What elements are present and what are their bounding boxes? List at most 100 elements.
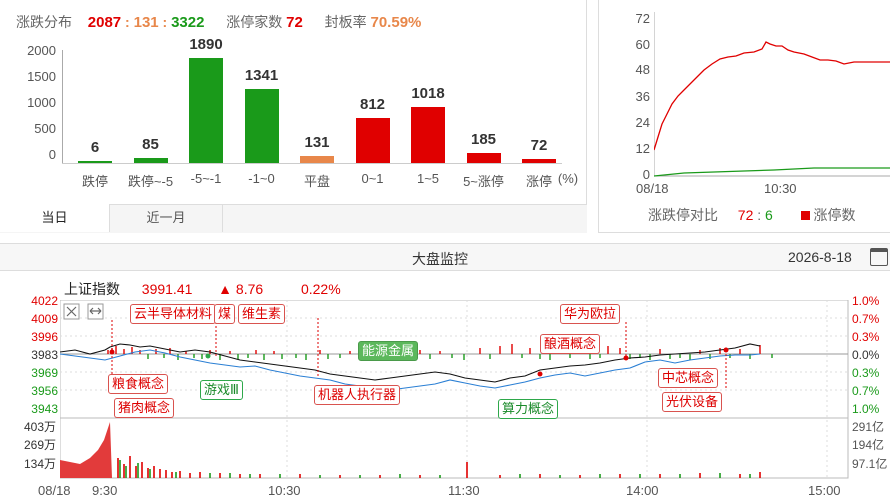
bar-0[interactable] [78, 161, 112, 163]
y-tick: 24 [635, 115, 650, 130]
limit-down-line [654, 167, 890, 177]
tag-markers [109, 314, 729, 390]
y-tick: 12 [635, 141, 650, 156]
pct-tick: 0.7% [852, 312, 880, 326]
index-change-pct: 0.22% [300, 281, 341, 297]
amt-tick: 97.1亿 [852, 457, 888, 471]
vol-tick: 134万 [23, 457, 56, 471]
price-tick: 3956 [31, 384, 58, 398]
category-label: 跌停 [81, 174, 108, 189]
tab-last-month[interactable]: 近一月 [110, 204, 223, 232]
y-tick: 1500 [27, 69, 56, 84]
bar-6[interactable] [411, 106, 445, 163]
limit-up-value: 72 [286, 14, 303, 31]
category-label: 平盘 [303, 174, 330, 189]
bar-7[interactable] [466, 152, 501, 163]
bar-2[interactable] [189, 58, 223, 163]
bar-value-label: 812 [359, 95, 386, 113]
monitor-date: 2026-8-18 [788, 249, 852, 265]
price-tick: 3996 [31, 330, 58, 344]
y-tick: 1000 [27, 95, 56, 110]
bar-4[interactable] [300, 155, 334, 163]
amt-tick: 291亿 [852, 420, 885, 434]
y-tick: 500 [34, 121, 56, 136]
bar-5[interactable] [355, 117, 390, 163]
category-label: 0~1 [361, 171, 384, 186]
category-label: -5~-1 [190, 171, 222, 186]
y-tick: 60 [635, 37, 650, 52]
price-tick: 4009 [31, 312, 58, 326]
bar-8[interactable] [522, 159, 556, 163]
seal-rate-value: 70.59% [370, 14, 422, 31]
calendar-icon[interactable] [870, 248, 888, 266]
tag-vitamin[interactable]: 维生素 [238, 304, 286, 324]
y-tick: 2000 [27, 43, 56, 58]
tag-coal[interactable]: 煤 [214, 304, 236, 324]
down-count: 3322 [171, 14, 205, 31]
pct-tick: 0.3% [852, 366, 880, 380]
bar-value-label: 85 [142, 136, 159, 154]
price-tick: 3943 [31, 402, 58, 416]
index-name: 上证指数 [64, 281, 120, 297]
limit-compare-label: 涨跌停对比 [648, 207, 718, 223]
tag-semiconductor-material[interactable]: 云半导体材料 [130, 304, 217, 324]
dist-axis-line [62, 50, 63, 164]
tag-pork[interactable]: 猪肉概念 [114, 398, 175, 418]
tag-pv-equipment[interactable]: 光伏设备 [662, 392, 723, 412]
bar-value-label: 1341 [244, 66, 279, 84]
tag-energy-metal[interactable]: 能源金属 [358, 341, 419, 361]
y-tick: 72 [635, 11, 650, 26]
limit-x-tick: 08/18 [636, 181, 669, 196]
amt-tick: 194亿 [852, 438, 885, 452]
bar-3[interactable] [244, 88, 279, 163]
price-tick: 3983 [31, 348, 58, 362]
tag-computing-power[interactable]: 算力概念 [498, 399, 559, 419]
bar-value-label: 185 [470, 130, 497, 148]
category-label: -1~0 [248, 171, 275, 186]
limit-up-label: 涨停家数 [226, 14, 283, 30]
monitor-title: 大盘监控 [412, 251, 468, 267]
y-tick: 36 [635, 89, 650, 104]
dist-axis-baseline [62, 163, 562, 164]
pct-tick: 0.7% [852, 384, 880, 398]
tag-grain[interactable]: 粮食概念 [108, 374, 169, 394]
bar-1[interactable] [133, 158, 168, 163]
distribution-title: 涨跌分布 [16, 14, 72, 30]
pct-tick: 0.3% [852, 330, 880, 344]
tag-smic[interactable]: 中芯概念 [658, 368, 719, 388]
distribution-header: 涨跌分布 2087 : 131 : 3322 涨停家数 72 封板率 70.59… [16, 14, 422, 31]
vol-tick: 403万 [23, 420, 56, 434]
seal-rate-label: 封板率 [324, 14, 367, 30]
tag-huawei-euler[interactable]: 华为欧拉 [560, 304, 621, 324]
up-count: 2087 [87, 14, 122, 31]
bar-value-label: 72 [530, 137, 548, 154]
pct-tick: 0.0% [852, 348, 880, 362]
distribution-panel [0, 0, 587, 233]
tag-robot-actuator[interactable]: 机器人执行器 [314, 385, 401, 405]
limit-legend-label: 涨停数 [813, 207, 856, 223]
index-change: 8.76 [235, 281, 264, 297]
price-tick: 3969 [31, 366, 58, 380]
limit-down-count: 6 [765, 207, 773, 223]
legend-swatch-icon [800, 211, 810, 220]
bar-value-label: 1018 [411, 84, 445, 102]
price-tick: 4022 [31, 294, 58, 308]
up-arrow-icon: ▲ [218, 281, 233, 297]
y-tick: 0 [642, 167, 650, 182]
bar-value-label: 131 [304, 133, 330, 151]
tag-game[interactable]: 游戏Ⅲ [200, 380, 243, 400]
limit-line-chart [654, 12, 890, 177]
index-value: 3991.41 [141, 281, 193, 297]
category-label: 5~涨停 [463, 174, 504, 189]
tab-today[interactable]: 当日 [0, 204, 110, 232]
category-label: 1~5 [416, 171, 440, 186]
tag-liquor[interactable]: 酿酒概念 [540, 334, 601, 354]
limit-up-count: 72 [737, 207, 754, 223]
index-header: 上证指数 3991.41 ▲ 8.76 0.22% [64, 279, 341, 299]
flat-count: 131 [133, 14, 159, 31]
bar-value-label: 1890 [189, 36, 223, 54]
category-label: 跌停~-5 [127, 174, 174, 189]
pct-tick: 1.0% [852, 402, 880, 416]
pct-tick: 1.0% [852, 294, 880, 308]
index-intraday-chart [60, 300, 849, 479]
